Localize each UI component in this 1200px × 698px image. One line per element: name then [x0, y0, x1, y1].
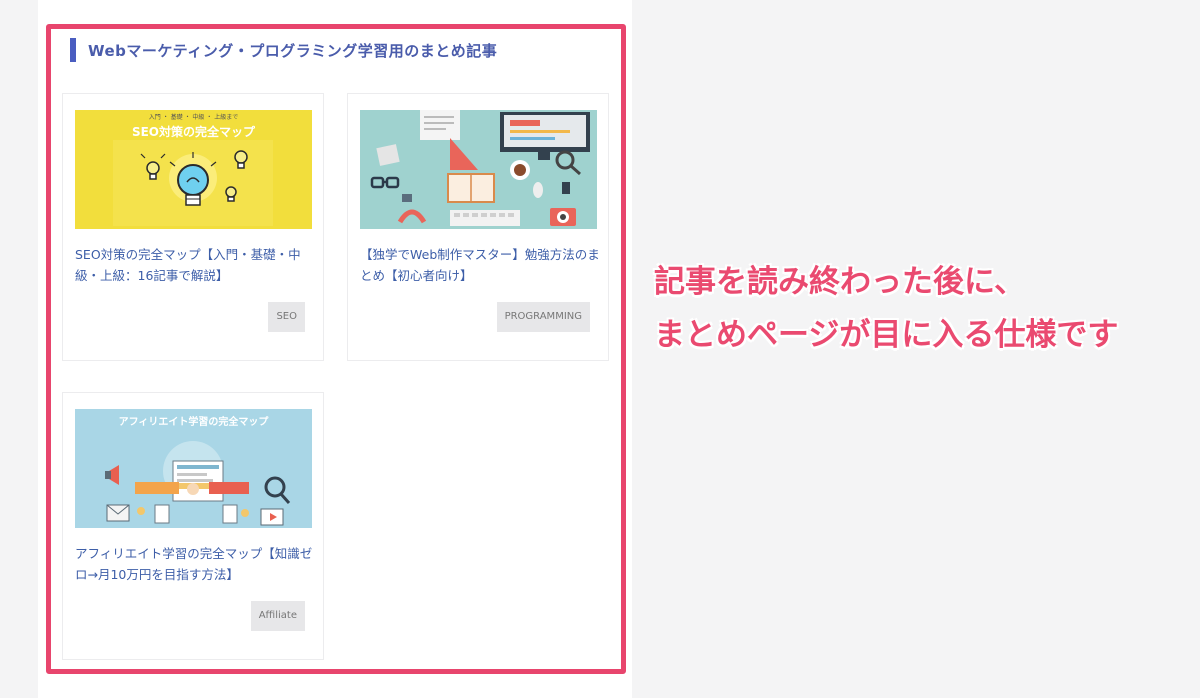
annotation-line-2: まとめページが目に入る仕様です — [654, 317, 1119, 353]
highlight-frame — [46, 24, 626, 674]
annotation-callout: 記事を読み終わった後に、 まとめページが目に入る仕様です — [654, 256, 1118, 362]
annotation-line-1: 記事を読み終わった後に、 — [654, 264, 1026, 300]
